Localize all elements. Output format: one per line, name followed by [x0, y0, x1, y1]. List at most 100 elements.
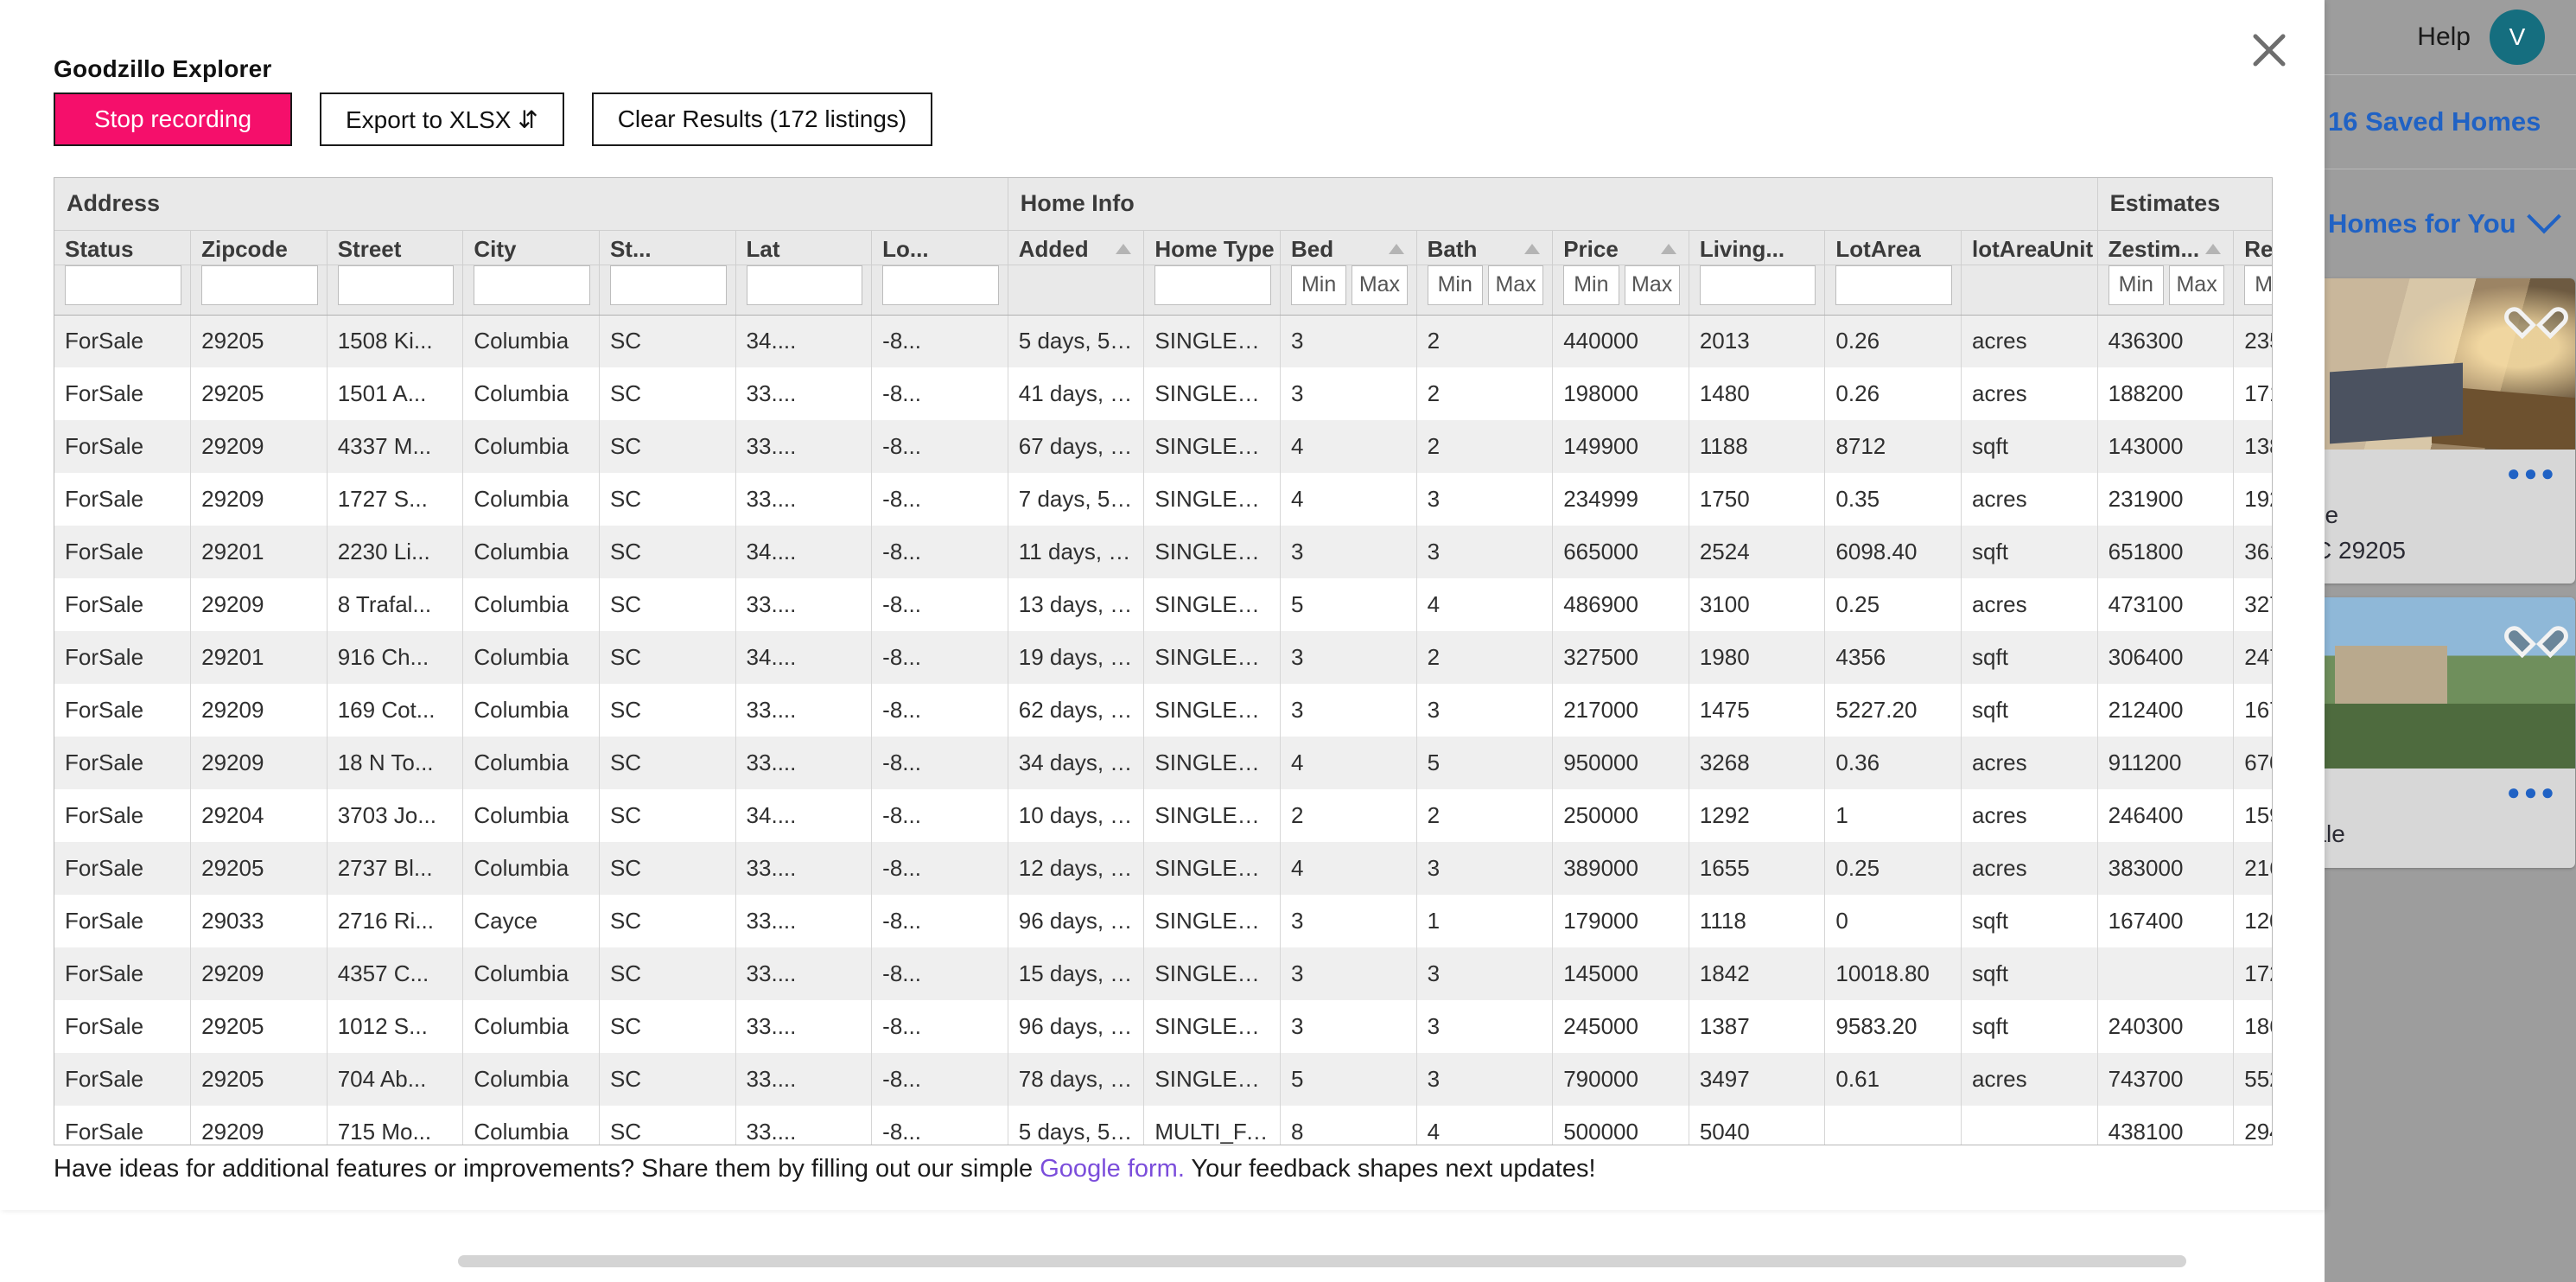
cell-lotarea: 0.25 — [1825, 842, 1962, 895]
table-row[interactable]: ForSale290332716 Ri...CayceSC33....-8...… — [54, 895, 2273, 947]
cell-living: 1842 — [1689, 947, 1825, 1000]
column-header-lotarea[interactable]: LotArea — [1825, 230, 1962, 265]
filter-input-status[interactable] — [65, 265, 181, 305]
column-header-bath[interactable]: Bath — [1416, 230, 1553, 265]
sort-ascending-icon[interactable] — [1116, 244, 1131, 254]
column-header-lat[interactable]: Lat — [735, 230, 872, 265]
listing-card[interactable]: ●●● or sale ia, SC 29205 — [2325, 278, 2575, 584]
more-options-icon[interactable]: ●●● — [2325, 777, 2563, 817]
cell-state: SC — [599, 367, 735, 420]
column-header-state[interactable]: St... — [599, 230, 735, 265]
cell-lotarea: 0 — [1825, 895, 1962, 947]
column-header-bed[interactable]: Bed — [1280, 230, 1416, 265]
google-form-link[interactable]: Google form. — [1040, 1155, 1185, 1183]
table-row[interactable]: ForSale292098 Trafal...ColumbiaSC33....-… — [54, 578, 2273, 631]
heart-icon[interactable] — [2516, 294, 2556, 330]
filter-min-zestimate[interactable]: Min — [2109, 265, 2164, 305]
cell-zestimate: 246400 — [2097, 789, 2234, 842]
filter-min-price[interactable]: Min — [1563, 265, 1619, 305]
results-table-container[interactable]: AddressHome InfoEstimates StatusZipcodeS… — [54, 177, 2273, 1145]
column-header-zestimate[interactable]: Zestim... — [2097, 230, 2234, 265]
filter-input-living[interactable] — [1700, 265, 1816, 305]
cell-street: 704 Ab... — [327, 1053, 463, 1106]
filter-input-zipcode[interactable] — [201, 265, 318, 305]
sort-ascending-icon[interactable] — [1389, 244, 1404, 254]
table-row[interactable]: ForSale292091727 S...ColumbiaSC33....-8.… — [54, 473, 2273, 526]
table-row[interactable]: ForSale292094337 M...ColumbiaSC33....-8.… — [54, 420, 2273, 473]
more-options-icon[interactable]: ●●● — [2325, 458, 2563, 498]
cell-city: Columbia — [463, 578, 600, 631]
column-header-lon[interactable]: Lo... — [872, 230, 1008, 265]
filter-input-home_type[interactable] — [1154, 265, 1271, 305]
table-row[interactable]: ForSale292051012 S...ColumbiaSC33....-8.… — [54, 1000, 2273, 1053]
table-row[interactable]: ForSale29209715 Mo...ColumbiaSC33....-8.… — [54, 1106, 2273, 1145]
filter-min-bath[interactable]: Min — [1428, 265, 1483, 305]
homes-for-you-section[interactable]: Homes for You — [2325, 169, 2576, 278]
table-row[interactable]: ForSale292052737 Bl...ColumbiaSC33....-8… — [54, 842, 2273, 895]
cell-living: 2013 — [1689, 315, 1825, 367]
cell-state: SC — [599, 420, 735, 473]
saved-homes-link[interactable]: 16 Saved Homes — [2325, 75, 2576, 169]
table-row[interactable]: ForSale292051501 A...ColumbiaSC33....-8.… — [54, 367, 2273, 420]
avatar[interactable]: V — [2490, 10, 2545, 65]
cell-lotarea: 6098.40 — [1825, 526, 1962, 578]
cell-state: SC — [599, 631, 735, 684]
filter-input-lat[interactable] — [747, 265, 863, 305]
column-header-home_type[interactable]: Home Type — [1144, 230, 1281, 265]
table-row[interactable]: ForSale292012230 Li...ColumbiaSC34....-8… — [54, 526, 2273, 578]
filter-min-bed[interactable]: Min — [1291, 265, 1346, 305]
table-row[interactable]: ForSale29201916 Ch...ColumbiaSC34....-8.… — [54, 631, 2273, 684]
cell-living: 1387 — [1689, 1000, 1825, 1053]
cell-added: 5 days, 5/16/20... — [1008, 1106, 1144, 1145]
filter-input-street[interactable] — [338, 265, 455, 305]
table-row[interactable]: ForSale2920918 N To...ColumbiaSC33....-8… — [54, 737, 2273, 789]
cell-lon: -8... — [872, 684, 1008, 737]
listing-status: or sale — [2325, 498, 2563, 533]
sort-ascending-icon[interactable] — [1524, 244, 1540, 254]
column-header-lotareaunit[interactable]: lotAreaUnit — [1962, 230, 2098, 265]
filter-input-lon[interactable] — [882, 265, 999, 305]
filter-max-bed[interactable]: Max — [1352, 265, 1407, 305]
listing-card[interactable]: ●●● for sale — [2325, 597, 2575, 868]
column-header-price[interactable]: Price — [1553, 230, 1689, 265]
column-filter-row: MinMaxMinMaxMinMaxMinMaxMinMax — [54, 265, 2273, 315]
filter-max-price[interactable]: Max — [1625, 265, 1680, 305]
table-row[interactable]: ForSale292051508 Ki...ColumbiaSC34....-8… — [54, 315, 2273, 367]
column-header-added[interactable]: Added — [1008, 230, 1144, 265]
close-icon[interactable] — [2247, 28, 2292, 73]
cell-city: Columbia — [463, 737, 600, 789]
clear-results-button[interactable]: Clear Results (172 listings) — [592, 92, 933, 146]
table-row[interactable]: ForSale292043703 Jo...ColumbiaSC34....-8… — [54, 789, 2273, 842]
heart-icon[interactable] — [2516, 613, 2556, 649]
filter-input-state[interactable] — [610, 265, 727, 305]
column-header-status[interactable]: Status — [54, 230, 191, 265]
sort-ascending-icon[interactable] — [1661, 244, 1676, 254]
column-header-rent[interactable]: Ren... — [2234, 230, 2273, 265]
column-header-zipcode[interactable]: Zipcode — [191, 230, 328, 265]
cell-home_type: SINGLE_FA... — [1144, 842, 1281, 895]
cell-status: ForSale — [54, 737, 191, 789]
table-row[interactable]: ForSale29209169 Cot...ColumbiaSC33....-8… — [54, 684, 2273, 737]
sort-ascending-icon[interactable] — [2205, 244, 2221, 254]
cell-price: 500000 — [1553, 1106, 1689, 1145]
column-header-street[interactable]: Street — [327, 230, 463, 265]
column-header-living[interactable]: Living... — [1689, 230, 1825, 265]
column-header-city[interactable]: City — [463, 230, 600, 265]
table-row[interactable]: ForSale292094357 C...ColumbiaSC33....-8.… — [54, 947, 2273, 1000]
filter-min-rent[interactable]: Min — [2244, 265, 2273, 305]
filter-max-zestimate[interactable]: Max — [2169, 265, 2224, 305]
filter-input-lotarea[interactable] — [1835, 265, 1952, 305]
filter-max-bath[interactable]: Max — [1488, 265, 1543, 305]
filter-input-city[interactable] — [474, 265, 590, 305]
cell-state: SC — [599, 842, 735, 895]
page-scrollbar[interactable] — [458, 1255, 2186, 1267]
cell-lat: 33.... — [735, 367, 872, 420]
cell-zipcode: 29209 — [191, 737, 328, 789]
table-row[interactable]: ForSale29205704 Ab...ColumbiaSC33....-8.… — [54, 1053, 2273, 1106]
cell-price: 145000 — [1553, 947, 1689, 1000]
cell-street: 2737 Bl... — [327, 842, 463, 895]
cell-lotarea: 8712 — [1825, 420, 1962, 473]
stop-recording-button[interactable]: Stop recording — [54, 92, 292, 146]
export-xlsx-button[interactable]: Export to XLSX ⇵ — [320, 92, 564, 146]
help-link[interactable]: Help — [2417, 22, 2471, 52]
